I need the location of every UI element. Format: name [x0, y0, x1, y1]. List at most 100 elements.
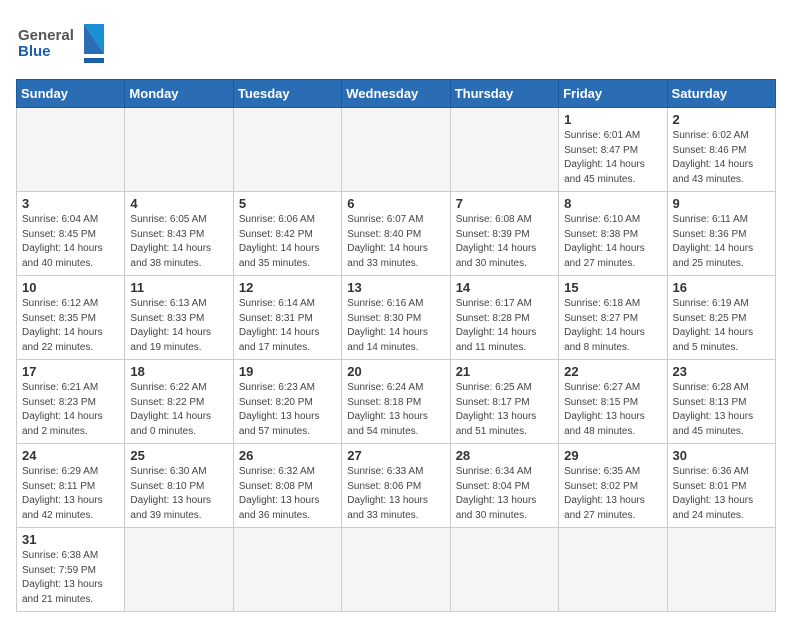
- svg-text:General: General: [18, 27, 74, 44]
- calendar-cell: 25Sunrise: 6:30 AM Sunset: 8:10 PM Dayli…: [125, 444, 233, 528]
- calendar-cell: 27 Sunrise: 6:33 AM Sunset: 8:06 PM Dayli…: [342, 444, 450, 528]
- weekday-header-wednesday: Wednesday: [342, 80, 450, 108]
- weekday-header-sunday: Sunday: [17, 80, 125, 108]
- calendar-cell: 20 Sunrise: 6:24 AM Sunset: 8:18 PM Dayli…: [342, 360, 450, 444]
- day-info: Sunrise: 6:35 AM Sunset: 8:02 PM Dayligh…: [564, 465, 661, 523]
- calendar-cell: 21 Sunrise: 6:25 AM Sunset: 8:17 PM Dayli…: [450, 360, 558, 444]
- calendar-cell: 19 Sunrise: 6:23 AM Sunset: 8:20 PM Dayli…: [233, 360, 341, 444]
- calendar-cell: 28 Sunrise: 6:34 AM Sunset: 8:04 PM Dayli…: [450, 444, 558, 528]
- day-number: 6: [347, 196, 444, 211]
- day-info: Sunrise: 6:06 AM Sunset: 8:42 PM Dayligh…: [239, 213, 336, 271]
- day-info: Sunrise: 6:25 AM Sunset: 8:17 PM Dayligh…: [456, 381, 553, 439]
- day-number: 31: [22, 532, 119, 547]
- day-info: Sunrise: 6:27 AM Sunset: 8:15 PM Dayligh…: [564, 381, 661, 439]
- day-info: Sunrise: 6:33 AM Sunset: 8:06 PM Dayligh…: [347, 465, 444, 523]
- day-number: 12: [239, 280, 336, 295]
- day-info: Sunrise: 6:36 AM Sunset: 8:01 PM Dayligh…: [673, 465, 770, 523]
- calendar-cell: 12 Sunrise: 6:14 AM Sunset: 8:31 PM Dayli…: [233, 276, 341, 360]
- calendar-cell: 8Sunrise: 6:10 AM Sunset: 8:38 PM Daylig…: [559, 192, 667, 276]
- calendar-week-row: 3 Sunrise: 6:04 AM Sunset: 8:45 PM Daylig…: [17, 192, 776, 276]
- calendar-cell: [450, 528, 558, 612]
- day-info: Sunrise: 6:05 AM Sunset: 8:43 PM Dayligh…: [130, 213, 227, 271]
- day-number: 21: [456, 364, 553, 379]
- calendar-cell: [559, 528, 667, 612]
- calendar-cell: 23 Sunrise: 6:28 AM Sunset: 8:13 PM Dayli…: [667, 360, 775, 444]
- day-info: Sunrise: 6:32 AM Sunset: 8:08 PM Dayligh…: [239, 465, 336, 523]
- calendar-cell: 24 Sunrise: 6:29 AM Sunset: 8:11 PM Dayli…: [17, 444, 125, 528]
- day-info: Sunrise: 6:28 AM Sunset: 8:13 PM Dayligh…: [673, 381, 770, 439]
- day-info: Sunrise: 6:24 AM Sunset: 8:18 PM Dayligh…: [347, 381, 444, 439]
- day-number: 28: [456, 448, 553, 463]
- day-number: 20: [347, 364, 444, 379]
- day-number: 22: [564, 364, 661, 379]
- day-info: Sunrise: 6:12 AM Sunset: 8:35 PM Dayligh…: [22, 297, 119, 355]
- day-number: 1: [564, 112, 661, 127]
- day-number: 29: [564, 448, 661, 463]
- day-info: Sunrise: 6:30 AM Sunset: 8:10 PM Dayligh…: [130, 465, 227, 523]
- calendar-cell: 30 Sunrise: 6:36 AM Sunset: 8:01 PM Dayli…: [667, 444, 775, 528]
- day-info: Sunrise: 6:22 AM Sunset: 8:22 PM Dayligh…: [130, 381, 227, 439]
- calendar-cell: 13Sunrise: 6:16 AM Sunset: 8:30 PM Dayli…: [342, 276, 450, 360]
- day-info: Sunrise: 6:17 AM Sunset: 8:28 PM Dayligh…: [456, 297, 553, 355]
- calendar-cell: 11 Sunrise: 6:13 AM Sunset: 8:33 PM Dayli…: [125, 276, 233, 360]
- day-number: 23: [673, 364, 770, 379]
- day-info: Sunrise: 6:08 AM Sunset: 8:39 PM Dayligh…: [456, 213, 553, 271]
- calendar-cell: 14 Sunrise: 6:17 AM Sunset: 8:28 PM Dayli…: [450, 276, 558, 360]
- day-info: Sunrise: 6:38 AM Sunset: 7:59 PM Dayligh…: [22, 549, 119, 607]
- day-info: Sunrise: 6:07 AM Sunset: 8:40 PM Dayligh…: [347, 213, 444, 271]
- calendar-cell: 7 Sunrise: 6:08 AM Sunset: 8:39 PM Daylig…: [450, 192, 558, 276]
- calendar-cell: 29 Sunrise: 6:35 AM Sunset: 8:02 PM Dayli…: [559, 444, 667, 528]
- day-info: Sunrise: 6:16 AM Sunset: 8:30 PM Dayligh…: [347, 297, 444, 355]
- day-info: Sunrise: 6:13 AM Sunset: 8:33 PM Dayligh…: [130, 297, 227, 355]
- calendar-cell: 31 Sunrise: 6:38 AM Sunset: 7:59 PM Dayli…: [17, 528, 125, 612]
- day-info: Sunrise: 6:23 AM Sunset: 8:20 PM Dayligh…: [239, 381, 336, 439]
- calendar-cell: 10Sunrise: 6:12 AM Sunset: 8:35 PM Dayli…: [17, 276, 125, 360]
- day-info: Sunrise: 6:11 AM Sunset: 8:36 PM Dayligh…: [673, 213, 770, 271]
- weekday-header-friday: Friday: [559, 80, 667, 108]
- logo: General Blue: [16, 16, 106, 71]
- day-number: 9: [673, 196, 770, 211]
- day-number: 2: [673, 112, 770, 127]
- calendar-cell: [233, 528, 341, 612]
- calendar-week-row: 31 Sunrise: 6:38 AM Sunset: 7:59 PM Dayli…: [17, 528, 776, 612]
- day-number: 24: [22, 448, 119, 463]
- weekday-header-saturday: Saturday: [667, 80, 775, 108]
- day-info: Sunrise: 6:29 AM Sunset: 8:11 PM Dayligh…: [22, 465, 119, 523]
- day-number: 5: [239, 196, 336, 211]
- calendar-cell: [342, 528, 450, 612]
- day-number: 27: [347, 448, 444, 463]
- calendar-cell: [125, 528, 233, 612]
- day-number: 16: [673, 280, 770, 295]
- day-number: 11: [130, 280, 227, 295]
- calendar-cell: [667, 528, 775, 612]
- day-info: Sunrise: 6:14 AM Sunset: 8:31 PM Dayligh…: [239, 297, 336, 355]
- calendar-week-row: 10Sunrise: 6:12 AM Sunset: 8:35 PM Dayli…: [17, 276, 776, 360]
- day-info: Sunrise: 6:01 AM Sunset: 8:47 PM Dayligh…: [564, 129, 661, 187]
- page-header: General Blue: [16, 16, 776, 71]
- day-info: Sunrise: 6:18 AM Sunset: 8:27 PM Dayligh…: [564, 297, 661, 355]
- day-number: 30: [673, 448, 770, 463]
- weekday-header-thursday: Thursday: [450, 80, 558, 108]
- day-info: Sunrise: 6:04 AM Sunset: 8:45 PM Dayligh…: [22, 213, 119, 271]
- day-number: 3: [22, 196, 119, 211]
- day-number: 18: [130, 364, 227, 379]
- calendar-cell: 1 Sunrise: 6:01 AM Sunset: 8:47 PM Daylig…: [559, 108, 667, 192]
- logo-svg: General Blue: [16, 16, 106, 71]
- calendar-cell: 16 Sunrise: 6:19 AM Sunset: 8:25 PM Dayli…: [667, 276, 775, 360]
- calendar-cell: 4Sunrise: 6:05 AM Sunset: 8:43 PM Daylig…: [125, 192, 233, 276]
- day-number: 7: [456, 196, 553, 211]
- weekday-header-monday: Monday: [125, 80, 233, 108]
- day-number: 19: [239, 364, 336, 379]
- day-info: Sunrise: 6:19 AM Sunset: 8:25 PM Dayligh…: [673, 297, 770, 355]
- day-number: 14: [456, 280, 553, 295]
- calendar-cell: 26Sunrise: 6:32 AM Sunset: 8:08 PM Dayli…: [233, 444, 341, 528]
- day-number: 17: [22, 364, 119, 379]
- calendar-cell: [17, 108, 125, 192]
- calendar-week-row: 17Sunrise: 6:21 AM Sunset: 8:23 PM Dayli…: [17, 360, 776, 444]
- calendar-week-row: 24 Sunrise: 6:29 AM Sunset: 8:11 PM Dayli…: [17, 444, 776, 528]
- day-info: Sunrise: 6:34 AM Sunset: 8:04 PM Dayligh…: [456, 465, 553, 523]
- calendar-cell: 3 Sunrise: 6:04 AM Sunset: 8:45 PM Daylig…: [17, 192, 125, 276]
- calendar-cell: 6 Sunrise: 6:07 AM Sunset: 8:40 PM Daylig…: [342, 192, 450, 276]
- calendar-cell: [125, 108, 233, 192]
- weekday-header-row: SundayMondayTuesdayWednesdayThursdayFrid…: [17, 80, 776, 108]
